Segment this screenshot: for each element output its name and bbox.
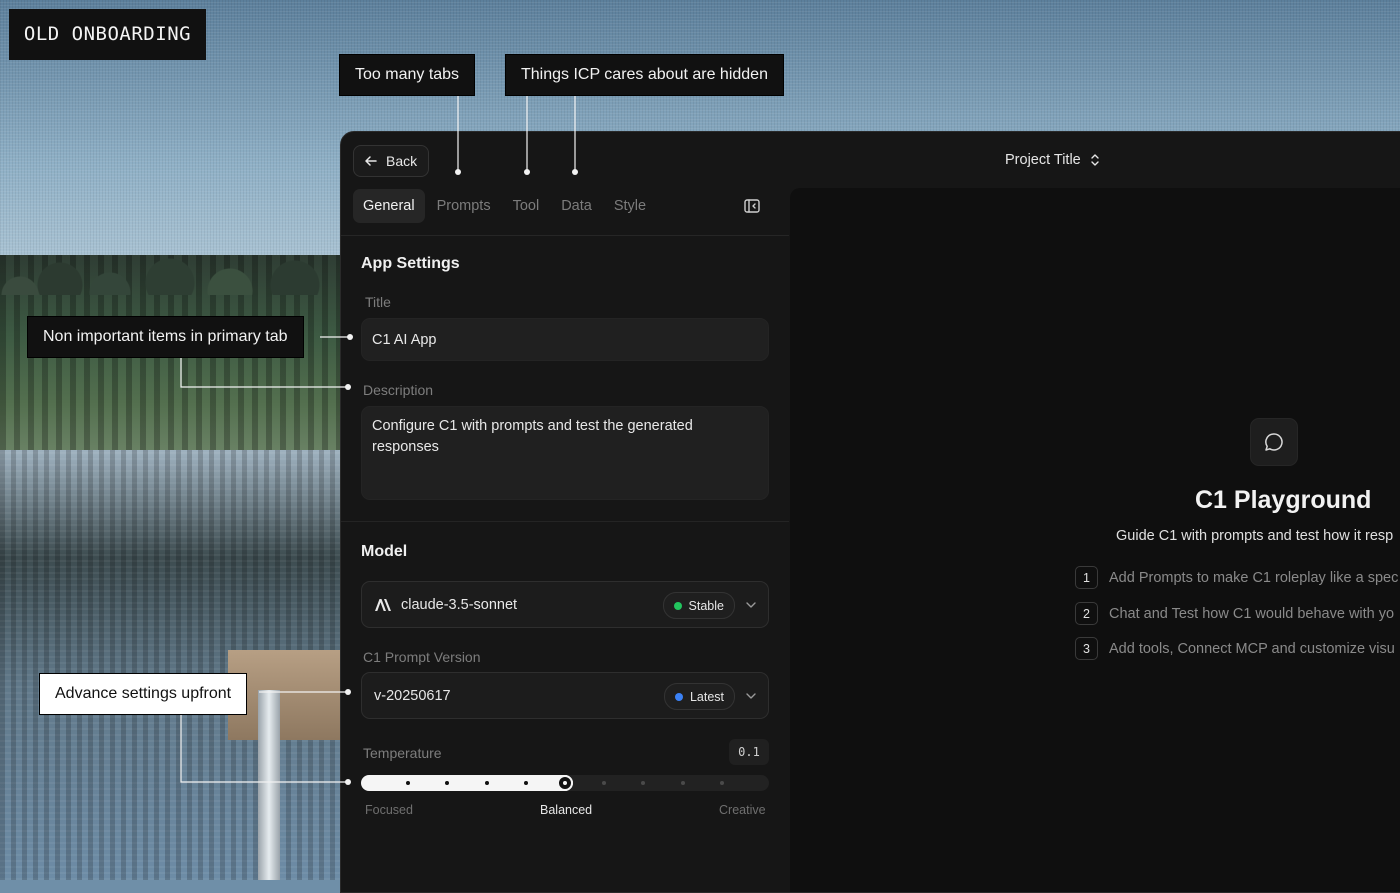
primary-tab-annotation: Non important items in primary tab (27, 316, 304, 358)
status-dot-icon (673, 601, 682, 610)
step-text: Chat and Test how C1 would behave with y… (1109, 605, 1395, 622)
back-button[interactable]: Back (353, 145, 430, 177)
anthropic-logo-icon (375, 598, 391, 611)
stable-badge-label: Stable (688, 598, 724, 613)
chevron-down-icon (746, 602, 756, 608)
old-onboarding-tag: OLD ONBOARDING (9, 9, 206, 60)
step-text: Add tools, Connect MCP and customize vis… (1109, 640, 1395, 657)
model-name: claude-3.5-sonnet (401, 596, 518, 613)
status-dot-icon (674, 692, 683, 701)
tab-tool[interactable]: Tool (503, 189, 550, 223)
chevron-down-icon (746, 693, 756, 699)
temperature-value: 0.1 (729, 739, 769, 765)
temperature-slider[interactable] (361, 775, 769, 791)
title-label: Title (365, 294, 391, 310)
prompt-version-value: v-20250617 (374, 687, 451, 704)
playground-panel: C1 Playground Guide C1 with prompts and … (790, 188, 1400, 892)
slider-thumb[interactable] (557, 775, 573, 791)
prompt-version-label: C1 Prompt Version (363, 649, 481, 665)
tab-general[interactable]: General (353, 189, 425, 223)
tab-prompts[interactable]: Prompts (427, 189, 501, 223)
hidden-annotation: Things ICP cares about are hidden (505, 54, 784, 96)
slider-fill (361, 775, 573, 791)
description-label: Description (363, 382, 434, 398)
settings-tabs: General Prompts Tool Data Style (353, 189, 656, 223)
slider-tick (484, 781, 489, 785)
playground-subtitle: Guide C1 with prompts and test how it re… (1116, 528, 1394, 544)
tabs-divider (341, 235, 789, 236)
top-bar: Back Project Title (341, 132, 1400, 188)
slider-tick (680, 781, 685, 785)
model-select[interactable]: claude-3.5-sonnet Stable (361, 581, 769, 628)
chevron-up-down-icon (1091, 154, 1099, 166)
playground-step: 2 Chat and Test how C1 would behave with… (1075, 602, 1394, 625)
sidebar-collapse-icon[interactable] (743, 197, 761, 215)
balanced-label: Balanced (540, 803, 593, 817)
stable-badge: Stable (662, 592, 735, 619)
back-label: Back (386, 153, 418, 169)
step-text: Add Prompts to make C1 roleplay like a s… (1109, 569, 1399, 586)
app-window: Back Project Title General Prompts Tool … (340, 131, 1400, 893)
model-heading: Model (361, 543, 408, 560)
app-settings-heading: App Settings (361, 255, 460, 272)
creative-label: Creative (719, 803, 766, 817)
playground-title: C1 Playground (1195, 486, 1372, 514)
prompt-version-select[interactable]: v-20250617 Latest (361, 672, 769, 719)
playground-step: 3 Add tools, Connect MCP and customize v… (1075, 637, 1395, 660)
focused-label: Focused (365, 803, 413, 817)
project-switcher[interactable]: Project Title (1005, 152, 1101, 168)
tab-data[interactable]: Data (551, 189, 602, 223)
project-title: Project Title (1005, 152, 1081, 168)
tab-style[interactable]: Style (604, 189, 656, 223)
advanced-settings-annotation: Advance settings upfront (39, 673, 248, 715)
tabs-annotation: Too many tabs (339, 54, 476, 96)
chat-bubble-icon (1265, 433, 1283, 451)
temperature-label: Temperature (363, 745, 442, 761)
chat-icon-tile (1250, 418, 1298, 466)
slider-tick (602, 781, 607, 785)
latest-badge: Latest (663, 683, 735, 710)
latest-badge-label: Latest (689, 689, 724, 704)
step-number: 3 (1075, 637, 1098, 660)
arrow-left-icon (365, 156, 377, 166)
step-number: 2 (1075, 602, 1098, 625)
description-field[interactable]: Configure C1 with prompts and test the g… (361, 406, 769, 500)
treeline-backdrop (0, 255, 340, 295)
slider-tick (641, 781, 646, 785)
step-number: 1 (1075, 566, 1098, 589)
pole-backdrop (258, 690, 280, 880)
slider-tick (523, 781, 528, 785)
slider-tick (719, 781, 724, 785)
section-divider (341, 521, 789, 522)
playground-step: 1 Add Prompts to make C1 roleplay like a… (1075, 566, 1398, 589)
title-field[interactable]: C1 AI App (361, 318, 769, 361)
